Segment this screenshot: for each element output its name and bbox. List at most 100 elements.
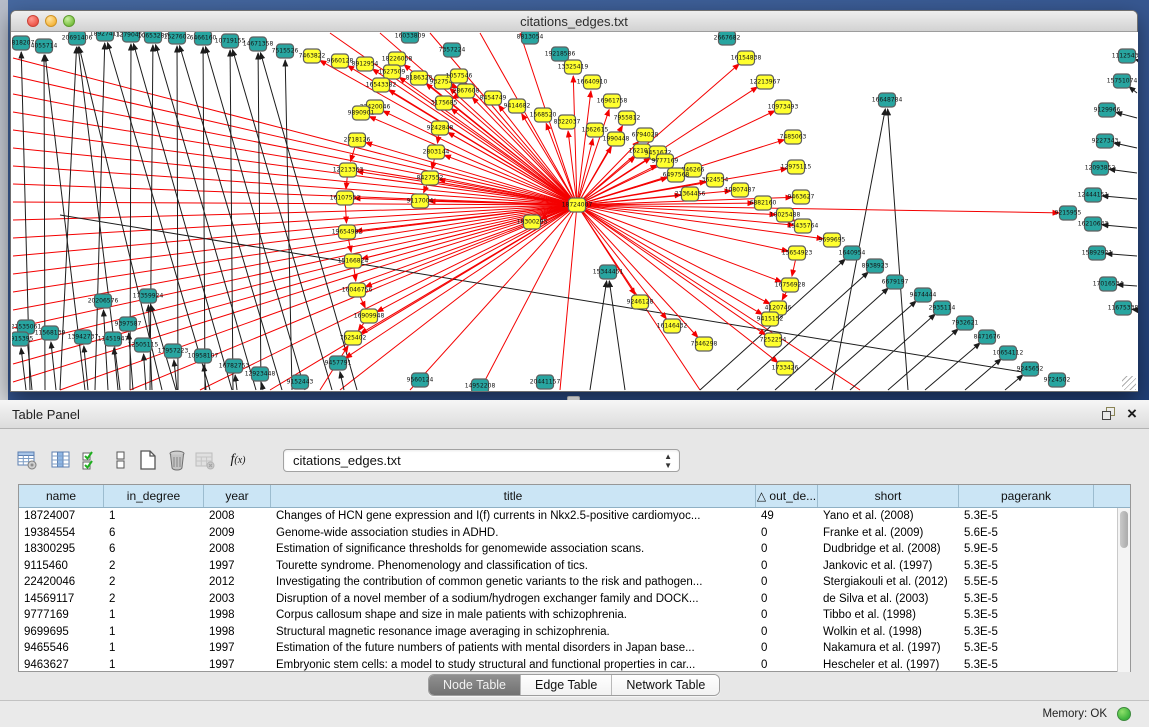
table-cell: 9465546: [19, 640, 104, 657]
column-header[interactable]: year: [204, 485, 271, 507]
table-row[interactable]: 946362711997Embryonic stem cells: a mode…: [19, 657, 1118, 673]
table-cell: Franke et al. (2009): [818, 525, 959, 542]
column-header[interactable]: pagerank: [959, 485, 1094, 507]
table-row[interactable]: 977716911998Corpus callosum shape and si…: [19, 607, 1118, 624]
table-row[interactable]: 2242004622012Investigating the contribut…: [19, 574, 1118, 591]
graph-node-label: 1362615: [582, 127, 609, 134]
graph-edge: [737, 272, 868, 390]
graph-node-label: 6466160: [190, 35, 217, 42]
table-cell: 1: [104, 607, 204, 624]
graph-node-label: 16154838: [731, 55, 762, 62]
memory-indicator-dot[interactable]: [1117, 707, 1131, 721]
graph-edge: [577, 91, 591, 205]
table-cell: de Silva et al. (2003): [818, 591, 959, 608]
table-cell: 5.3E-5: [959, 508, 1094, 525]
tab-node-table[interactable]: Node Table: [429, 675, 521, 696]
table-cell: 2: [104, 591, 204, 608]
desktop-background: citations_edges.txt 88182074055714206914…: [0, 0, 1149, 727]
graph-node-label: 20441157: [530, 379, 561, 386]
network-canvas[interactable]: 8818207405571420691406189274111279045110…: [12, 32, 1138, 391]
vertical-scrollbar[interactable]: [1117, 508, 1130, 672]
table-row[interactable]: 1456911722003Disruption of a novel membe…: [19, 591, 1118, 608]
table-cell: Genome-wide association studies in ADHD.: [271, 525, 756, 542]
table-row[interactable]: 911546021997Tourette syndrome. Phenomeno…: [19, 558, 1118, 575]
window-resize-handle[interactable]: [1122, 376, 1136, 390]
table-row[interactable]: 946554611997Estimation of the future num…: [19, 640, 1118, 657]
show-columns-button[interactable]: [48, 446, 76, 474]
graph-node-label: 16046756: [342, 287, 373, 294]
graph-node-label: 9474444: [910, 292, 937, 299]
tab-network-table[interactable]: Network Table: [612, 675, 719, 696]
table-cell: 0: [756, 640, 818, 657]
table-cell: 0: [756, 574, 818, 591]
graph-edge: [235, 375, 237, 390]
window-titlebar[interactable]: citations_edges.txt: [11, 11, 1137, 32]
tab-edge-table[interactable]: Edge Table: [521, 675, 612, 696]
graph-node-label: 9457791: [325, 360, 352, 367]
new-column-button[interactable]: [135, 446, 163, 474]
graph-node-label: 20691406: [62, 35, 93, 42]
table-cell: 5.6E-5: [959, 525, 1094, 542]
graph-node-label: 10654112: [993, 350, 1024, 357]
graph-node-label: 10719155: [215, 38, 246, 45]
graph-edge: [200, 205, 577, 390]
graph-node-label: 9227343: [1092, 138, 1119, 145]
close-panel-icon[interactable]: ×: [1123, 403, 1141, 425]
graph-node-label: 16543382: [366, 82, 397, 89]
delete-column-button[interactable]: [164, 446, 192, 474]
graph-node-label: 9724502: [1044, 377, 1071, 384]
graph-node-label: 2935114: [929, 305, 956, 312]
graph-node-label: 15751074: [1107, 78, 1138, 85]
graph-edge: [609, 281, 625, 390]
column-header[interactable]: name: [19, 485, 104, 507]
graph-node-label: 9117004: [407, 198, 434, 205]
graph-edge: [577, 205, 635, 294]
graph-edge: [925, 343, 980, 390]
column-header[interactable]: in_degree: [104, 485, 204, 507]
table-row[interactable]: 969969511998Structural magnetic resonanc…: [19, 624, 1118, 641]
table-cell: 0: [756, 541, 818, 558]
graph-node-label: 14952208: [465, 383, 496, 390]
graph-edge: [262, 383, 263, 390]
column-header[interactable]: short: [818, 485, 959, 507]
app-frame-edge: [0, 0, 8, 400]
table-cell: 18300295: [19, 541, 104, 558]
graph-node-label: 16961758: [597, 98, 628, 105]
clear-selection-button[interactable]: [108, 446, 136, 474]
table-cell: 9777169: [19, 607, 104, 624]
float-panel-icon[interactable]: [1102, 407, 1117, 422]
column-header[interactable]: △ out_de...: [756, 485, 818, 507]
graph-node-label: 16782753: [219, 363, 250, 370]
graph-node-label: 7252254: [760, 337, 787, 344]
graph-node-label: 16640910: [577, 79, 608, 86]
graph-node-label: 20206576: [88, 298, 119, 305]
network-canvas-container[interactable]: 8818207405571420691406189274111279045110…: [12, 32, 1138, 391]
table-cell: 1997: [204, 558, 271, 575]
select-all-button[interactable]: [78, 446, 106, 474]
table-cell: 0: [756, 607, 818, 624]
table-cell: 22420046: [19, 574, 104, 591]
table-type-tabs: Node Table Edge Table Network Table: [428, 674, 720, 696]
graph-node-label: 17957223: [158, 348, 189, 355]
table-row[interactable]: 1830029562008Estimation of significance …: [19, 541, 1118, 558]
graph-node-label: 2667682: [714, 35, 741, 42]
table-row[interactable]: 1872400712008Changes of HCN gene express…: [19, 508, 1118, 525]
graph-node-label: 7346298: [691, 341, 718, 348]
delete-table-button[interactable]: [192, 446, 220, 474]
scrollbar-thumb[interactable]: [1120, 511, 1128, 548]
table-cell: 1: [104, 640, 204, 657]
graph-node-label: 3915395: [12, 336, 34, 343]
table-cell: 6: [104, 525, 204, 542]
graph-node-label: 9415152: [757, 316, 784, 323]
graph-edge: [577, 205, 860, 390]
graph-edge: [410, 205, 577, 390]
status-bar: Memory: OK: [0, 700, 1149, 727]
table-row[interactable]: 1938455462009Genome-wide association stu…: [19, 525, 1118, 542]
function-builder-button[interactable]: f(x): [224, 446, 252, 474]
graph-node-label: 18300295: [517, 219, 548, 226]
table-options-button[interactable]: [14, 446, 42, 474]
graph-node-label: 9245652: [1017, 366, 1044, 373]
column-header[interactable]: title: [271, 485, 756, 507]
table-selector-dropdown[interactable]: citations_edges.txt ▲▼: [283, 449, 680, 472]
graph-node-label: 16146432: [657, 323, 688, 330]
